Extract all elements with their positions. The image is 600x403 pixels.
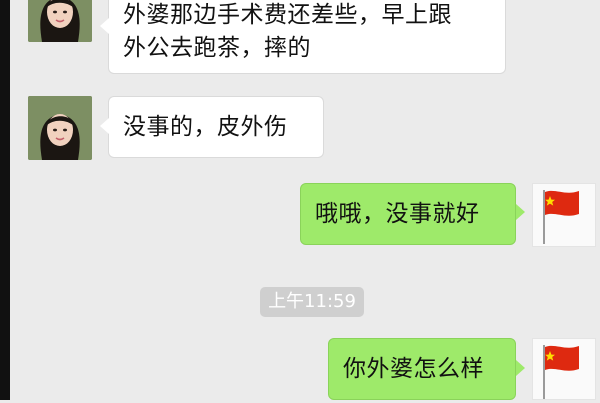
message-bubble-outgoing[interactable]: 哦哦，没事就好 (300, 183, 516, 245)
bubble-tail (516, 360, 525, 376)
message-line: 哦哦，没事就好 (315, 201, 480, 227)
china-flag-icon (543, 345, 579, 399)
message-bubble-outgoing[interactable]: 你外婆怎么样 (328, 338, 516, 400)
message-line: 外婆那边手术费还差些，早上跟 (123, 2, 452, 28)
screen-edge (0, 0, 10, 400)
message-bubble-incoming[interactable]: 外婆那边手术费还差些，早上跟 外公去跑茶，摔的 (108, 0, 506, 74)
girl-portrait-icon (28, 0, 92, 42)
my-avatar[interactable] (532, 183, 596, 247)
girl-portrait-icon (28, 96, 92, 160)
china-flag-icon (543, 190, 579, 244)
message-line: 你外婆怎么样 (343, 356, 484, 382)
message-bubble-incoming[interactable]: 没事的，皮外伤 (108, 96, 324, 158)
message-line: 没事的，皮外伤 (123, 114, 288, 140)
timestamp: 上午11:59 (260, 287, 364, 317)
contact-avatar[interactable] (28, 96, 92, 160)
bubble-tail (516, 204, 525, 220)
bubble-tail (100, 118, 109, 134)
contact-avatar[interactable] (28, 0, 92, 42)
bubble-tail (100, 18, 109, 34)
my-avatar[interactable] (532, 338, 596, 400)
message-line: 外公去跑茶，摔的 (123, 35, 311, 61)
